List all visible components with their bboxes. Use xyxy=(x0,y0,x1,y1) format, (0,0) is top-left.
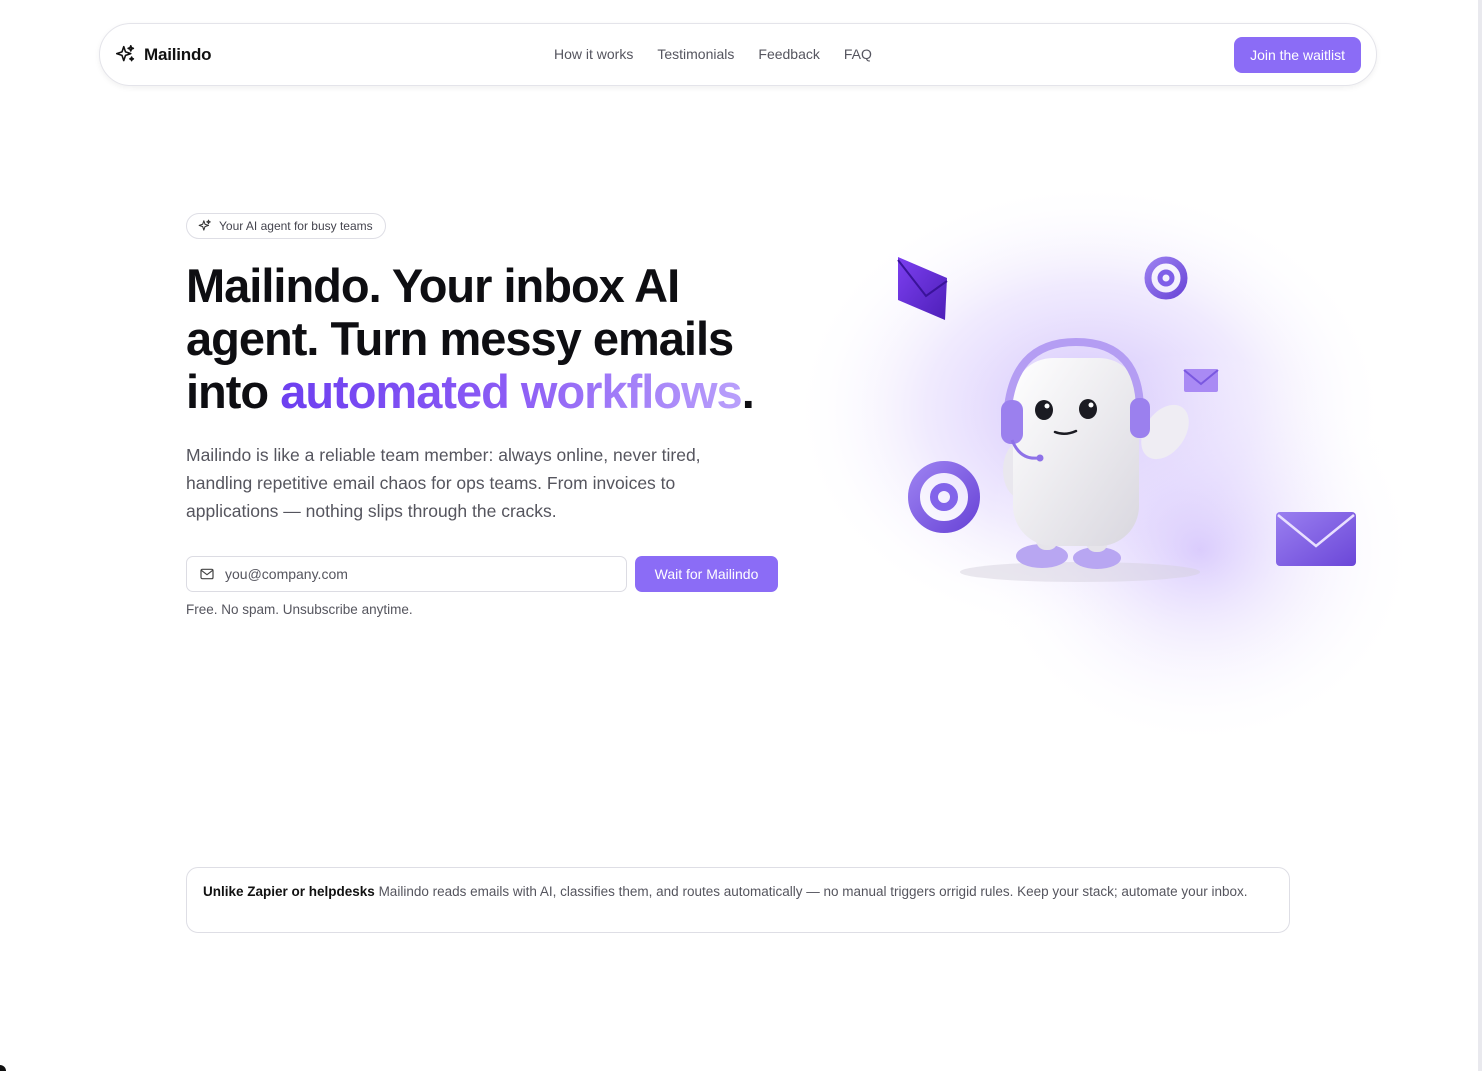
nav-link-testimonials[interactable]: Testimonials xyxy=(657,46,734,62)
envelope-icon xyxy=(1183,369,1219,392)
brand-logo[interactable]: Mailindo xyxy=(115,44,212,65)
envelope-icon xyxy=(1276,512,1356,566)
join-waitlist-button[interactable]: Join the waitlist xyxy=(1234,37,1361,73)
hero-headline: Mailindo. Your inbox AI agent. Turn mess… xyxy=(186,259,806,418)
headline-accent: automated workflows xyxy=(280,365,743,418)
hero-subtext: Mailindo is like a reliable team member:… xyxy=(186,445,701,521)
top-navbar: Mailindo How it works Testimonials Feedb… xyxy=(99,23,1377,86)
nav-links: How it works Testimonials Feedback FAQ xyxy=(554,46,872,62)
note-body: Mailindo reads emails with AI, classifie… xyxy=(374,884,1248,899)
hero-badge: Your AI agent for busy teams xyxy=(186,213,386,239)
mail-icon xyxy=(200,568,214,580)
note-lead: Unlike Zapier or helpdesks xyxy=(203,884,375,899)
mascot-illustration xyxy=(790,180,1420,750)
fineprint: Free. No spam. Unsubscribe anytime. xyxy=(186,602,413,617)
email-input[interactable] xyxy=(225,566,615,582)
email-field[interactable] xyxy=(186,556,627,592)
hero-illustration xyxy=(720,110,1480,830)
comparison-note: Unlike Zapier or helpdesks Mailindo read… xyxy=(186,867,1290,933)
hero-badge-text: Your AI agent for busy teams xyxy=(219,219,373,233)
nav-link-how-it-works[interactable]: How it works xyxy=(554,46,633,62)
brand-name: Mailindo xyxy=(144,44,212,64)
sparkle-icon xyxy=(115,44,135,62)
nav-link-feedback[interactable]: Feedback xyxy=(758,46,819,62)
window-corner xyxy=(0,1065,6,1071)
sparkle-icon xyxy=(198,219,211,231)
nav-link-faq[interactable]: FAQ xyxy=(844,46,872,62)
